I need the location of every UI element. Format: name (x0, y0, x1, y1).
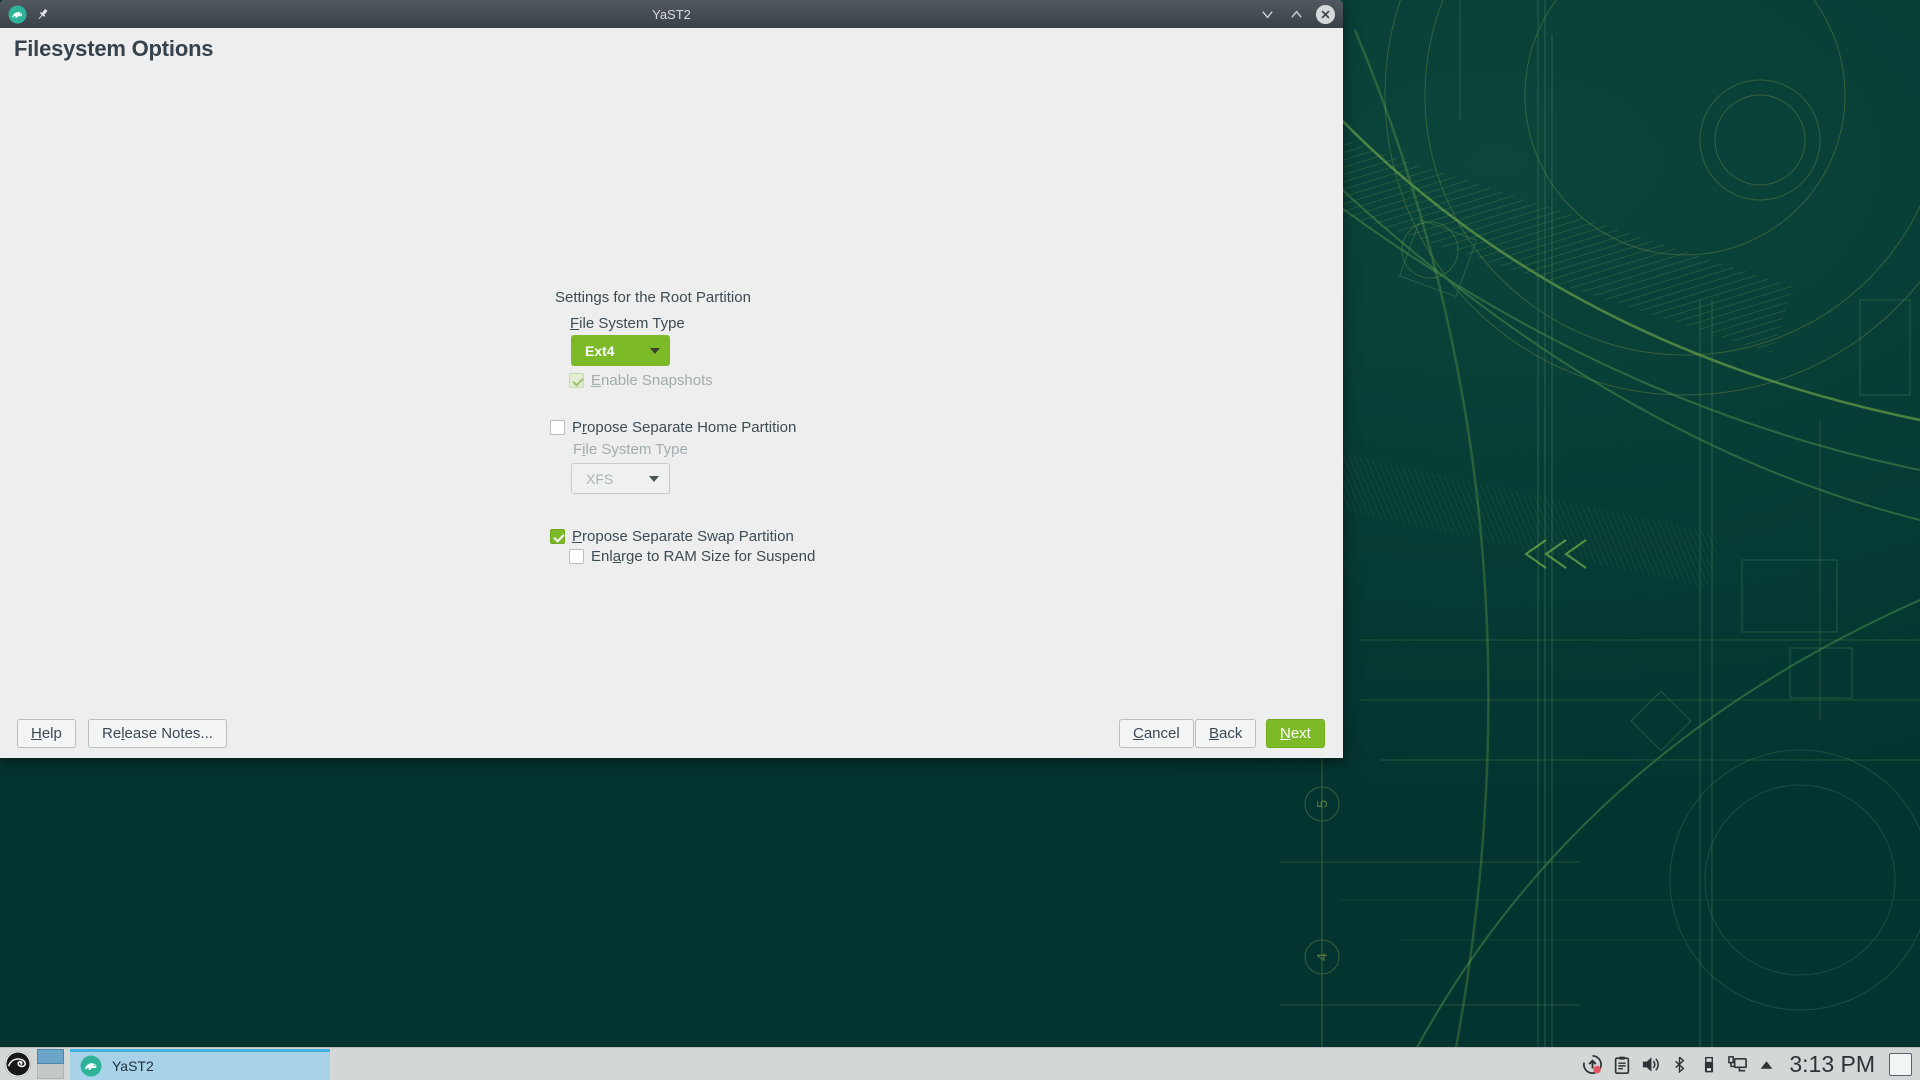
digital-clock[interactable]: 3:13 PM (1789, 1048, 1875, 1080)
wallpaper-grid-label-4: 4 (1314, 953, 1331, 961)
titlebar[interactable]: YaST2 (0, 0, 1343, 28)
home-partition-label: Propose Separate Home Partition (572, 419, 796, 436)
enlarge-ram-checkbox-row[interactable]: Enlarge to RAM Size for Suspend (569, 548, 815, 565)
enlarge-ram-checkbox[interactable] (569, 549, 584, 564)
chevron-down-icon (650, 348, 660, 354)
show-desktop-button[interactable] (1889, 1053, 1912, 1076)
system-tray (1582, 1048, 1777, 1080)
home-fs-type-value: XFS (572, 471, 613, 487)
swap-partition-checkbox[interactable] (550, 529, 565, 544)
home-fs-type-select[interactable]: XFS (571, 463, 670, 494)
close-button[interactable] (1314, 3, 1336, 25)
volume-icon[interactable] (1640, 1054, 1661, 1075)
window-title: YaST2 (0, 7, 1343, 22)
minimize-button[interactable] (1256, 3, 1278, 25)
tray-expand-caret-icon[interactable] (1756, 1054, 1777, 1075)
cancel-button[interactable]: Cancel (1119, 719, 1194, 748)
clipboard-icon[interactable] (1611, 1054, 1632, 1075)
root-partition-group-label: Settings for the Root Partition (555, 289, 751, 306)
swap-partition-label: Propose Separate Swap Partition (572, 528, 794, 545)
task-button-yast2[interactable]: YaST2 (70, 1049, 330, 1080)
home-fs-type-label: File System Type (573, 441, 688, 458)
virtual-desktop-pager[interactable] (37, 1049, 64, 1080)
yast2-window: YaST2 Filesystem Options Settings for th… (0, 0, 1343, 758)
enable-snapshots-checkbox-row[interactable]: Enable Snapshots (569, 372, 713, 389)
app-menu-geeko-icon[interactable] (8, 5, 27, 24)
taskbar: YaST2 (0, 1047, 1920, 1080)
home-partition-checkbox[interactable] (550, 420, 565, 435)
pager-desktop-1[interactable] (37, 1049, 64, 1064)
root-fs-type-label: File System Type (570, 315, 685, 332)
enable-snapshots-label: Enable Snapshots (591, 372, 713, 389)
help-button[interactable]: Help (17, 719, 76, 748)
root-fs-type-select[interactable]: Ext4 (571, 335, 670, 366)
display-connect-icon[interactable] (1727, 1054, 1748, 1075)
task-button-label: YaST2 (112, 1058, 154, 1074)
swap-partition-checkbox-row[interactable]: Propose Separate Swap Partition (550, 528, 794, 545)
yast2-geeko-icon (80, 1055, 102, 1077)
enable-snapshots-checkbox[interactable] (569, 373, 584, 388)
application-launcher-button[interactable] (0, 1048, 36, 1080)
pager-desktop-2[interactable] (37, 1064, 64, 1079)
pin-icon[interactable] (35, 7, 50, 22)
next-button[interactable]: Next (1266, 719, 1325, 748)
enlarge-ram-label: Enlarge to RAM Size for Suspend (591, 548, 815, 565)
wallpaper-grid-label-5: 5 (1314, 800, 1331, 808)
software-updates-icon[interactable] (1582, 1054, 1603, 1075)
root-fs-type-value: Ext4 (571, 343, 615, 359)
release-notes-button[interactable]: Release Notes... (88, 719, 227, 748)
window-body: Filesystem Options Settings for the Root… (0, 28, 1343, 758)
back-button[interactable]: Back (1195, 719, 1256, 748)
removable-device-icon[interactable] (1698, 1054, 1719, 1075)
maximize-button[interactable] (1285, 3, 1307, 25)
chevron-down-icon (649, 476, 659, 482)
home-partition-checkbox-row[interactable]: Propose Separate Home Partition (550, 419, 796, 436)
bluetooth-icon[interactable] (1669, 1054, 1690, 1075)
opensuse-geeko-icon (4, 1050, 32, 1078)
page-title: Filesystem Options (14, 36, 213, 62)
